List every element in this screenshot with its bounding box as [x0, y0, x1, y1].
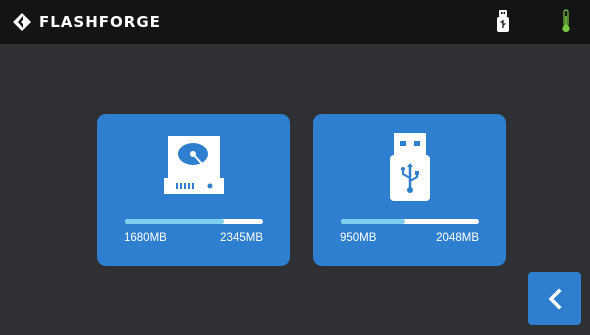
usb-flash-drive-icon [390, 133, 430, 201]
flashforge-logo-icon [13, 13, 31, 31]
brand-logo: FLASHFORGE [12, 10, 161, 34]
total-space: 2345MB [220, 232, 263, 244]
hard-drive-icon [164, 136, 224, 194]
used-space: 1680MB [124, 232, 167, 244]
internal-storage-card[interactable]: 1680MB 2345MB [97, 114, 290, 266]
brand-name: FLASHFORGE [39, 13, 161, 31]
total-space: 2048MB [436, 232, 479, 244]
usb-storage-card[interactable]: 950MB 2048MB [313, 114, 506, 266]
storage-usage-bar [125, 219, 263, 224]
chevron-left-icon [548, 288, 562, 310]
usb-drive-status-icon [497, 10, 509, 32]
top-status-bar: FLASHFORGE [0, 0, 590, 44]
thermometer-icon [562, 9, 570, 33]
storage-usage-bar [341, 219, 479, 224]
back-button[interactable] [528, 272, 581, 325]
storage-usage-fill [341, 219, 406, 224]
used-space: 950MB [340, 232, 377, 244]
storage-usage-fill [125, 219, 224, 224]
